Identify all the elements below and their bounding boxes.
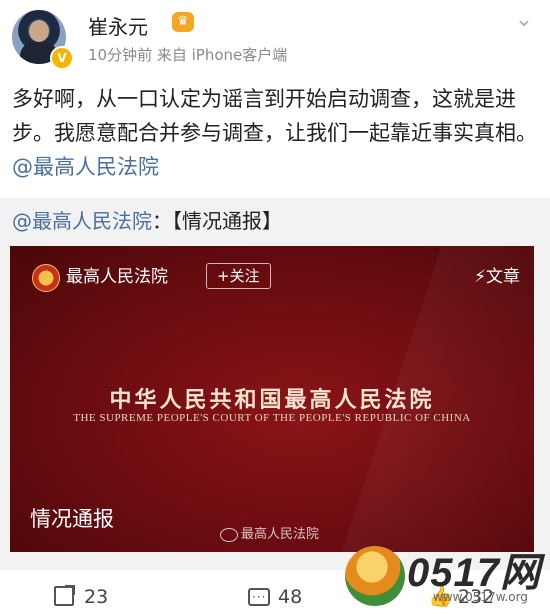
card-source-name[interactable]: 最高人民法院 (66, 264, 168, 290)
share-count: 23 (84, 586, 109, 608)
logo-url: www.0517w.org (433, 590, 528, 604)
repost-mention-link[interactable]: @最高人民法院 (12, 209, 152, 233)
post-time-source: 10分钟前 来自 iPhone客户端 (88, 46, 288, 64)
comment-count: 48 (278, 586, 303, 608)
court-name-cn: 中华人民共和国最高人民法院 (109, 387, 435, 413)
chevron-down-icon[interactable]: ⌄ (512, 8, 536, 32)
watermark-text: 最高人民法院 (241, 527, 320, 542)
follow-button[interactable]: +关注 (206, 263, 271, 289)
site-watermark-logo: 0517网 www.0517w.org (345, 540, 545, 614)
repost-heading: @最高人民法院：【情况通报】 (12, 206, 282, 236)
mention-link[interactable]: @最高人民法院 (12, 155, 159, 179)
repost-box[interactable]: @最高人民法院：【情况通报】 最高人民法院 +关注 ⚡文章 中华人民共和国最高人… (0, 198, 550, 570)
post-text: 多好啊，从一口认定为谣言到开始启动调查，这就是进步。我愿意配合并参与调查，让我们… (12, 82, 538, 184)
post-header: V 崔永元 ♛ 10分钟前 来自 iPhone客户端 ⌄ (0, 0, 550, 76)
author-name[interactable]: 崔永元 (88, 11, 148, 40)
share-icon (54, 585, 75, 606)
court-emblem-icon (32, 264, 60, 292)
logo-emblem (345, 546, 405, 606)
article-card[interactable]: 最高人民法院 +关注 ⚡文章 中华人民共和国最高人民法院 THE SUPREME… (10, 246, 534, 552)
article-label: ⚡文章 (474, 267, 520, 287)
weibo-icon (220, 527, 238, 542)
avatar-face (29, 20, 49, 42)
court-name-en: THE SUPREME PEOPLE'S COURT OF THE PEOPLE… (73, 412, 471, 424)
v-badge-icon: V (50, 46, 74, 70)
weibo-watermark: 最高人民法院 (220, 526, 319, 544)
comment-icon (248, 584, 270, 610)
repost-title: ：【情况通报】 (152, 209, 282, 233)
card-title: 情况通报 (30, 507, 114, 531)
crown-icon: ♛ (172, 12, 194, 32)
post-body: 多好啊，从一口认定为谣言到开始启动调查，这就是进步。我愿意配合并参与调查，让我们… (12, 87, 537, 145)
